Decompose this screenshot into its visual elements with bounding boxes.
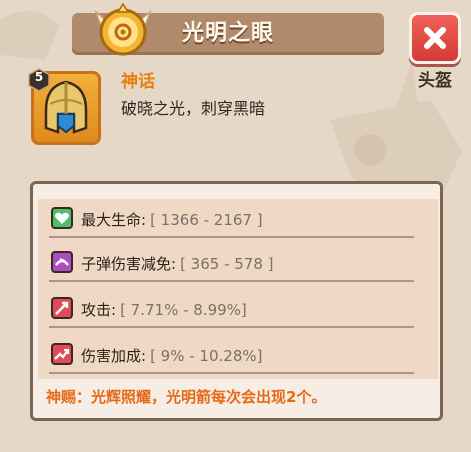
item-description: 破晓之光，刺穿黑暗 (121, 99, 266, 118)
heart-icon (51, 207, 73, 229)
stat-row-bullet-reduction: 子弹伤害减免:[ 365 - 578 ] (49, 246, 414, 282)
item-rarity: 神话 (121, 72, 155, 92)
level-number: 5 (34, 70, 44, 84)
slot-label: 头盔 (418, 71, 452, 91)
stat-label: 伤害加成: (81, 347, 147, 365)
damage-boost-icon (51, 343, 73, 365)
close-button[interactable] (409, 12, 461, 64)
attack-icon (51, 297, 73, 319)
stat-label: 子弹伤害减免: (81, 255, 177, 273)
blessing-text: 神赐：光辉照耀，光明箭每次会出现2个。 (46, 388, 327, 406)
stat-row-attack: 攻击:[ 7.71% - 8.99%] (49, 292, 414, 328)
stat-range: [ 9% - 10.28%] (150, 347, 263, 365)
stat-label: 最大生命: (81, 211, 147, 229)
sun-emblem-icon (94, 2, 152, 56)
bullet-shield-icon (51, 251, 73, 273)
stat-row-damage-boost: 伤害加成:[ 9% - 10.28%] (49, 338, 414, 374)
stat-range: [ 1366 - 2167 ] (150, 211, 263, 229)
stat-label: 攻击: (81, 301, 117, 319)
close-icon (424, 27, 446, 49)
stat-row-max-hp: 最大生命:[ 1366 - 2167 ] (49, 202, 414, 238)
stat-range: [ 7.71% - 8.99%] (120, 301, 247, 319)
stat-range: [ 365 - 578 ] (180, 255, 274, 273)
